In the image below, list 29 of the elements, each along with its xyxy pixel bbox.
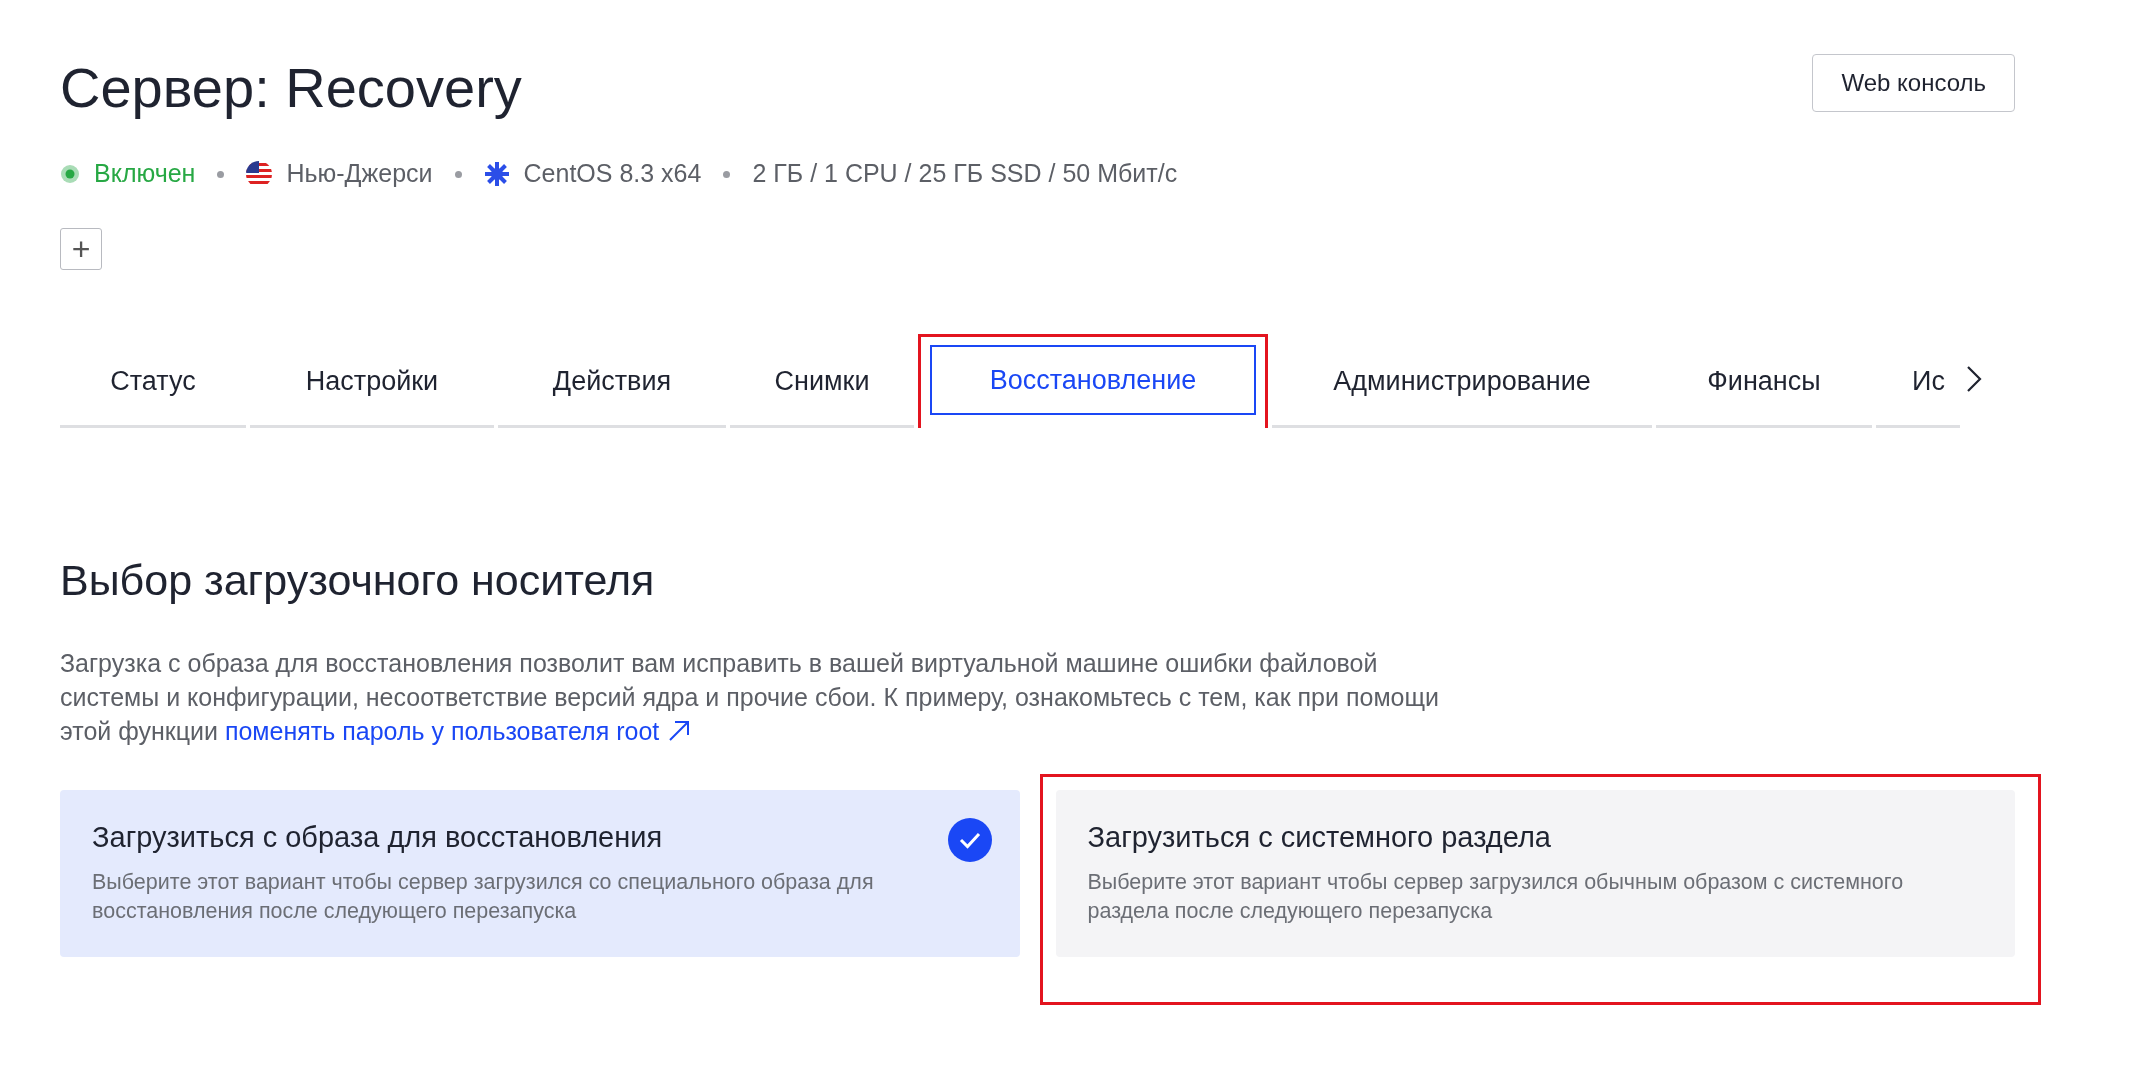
option-title: Загрузиться с образа для восстановления: [92, 820, 663, 855]
boot-option-card[interactable]: Загрузиться с системного раздела Выберите этот вариант чтобы сервер загрузился обычным образом с системного раздела после следующего перезапуска: [1055, 790, 2015, 957]
root-password-link[interactable]: поменять пароль у пользователя root: [224, 714, 692, 748]
flag-icon: [246, 161, 273, 187]
tab[interactable]: Настройки: [250, 338, 494, 428]
status-text: Включен: [94, 158, 196, 190]
option-description: Выберите этот вариант чтобы сервер загрузился со специального образа для восстановления после следующего перезапуска: [92, 869, 875, 925]
tab[interactable]: Финансы: [1656, 338, 1872, 428]
tab[interactable]: Статус: [60, 338, 246, 428]
tab[interactable]: Действия: [498, 338, 726, 428]
os-text: CentOS 8.3 x64: [523, 158, 702, 190]
description-text: Загрузка с образа для восстановления позволит вам исправить в вашей виртуальной машине ошибки файловой системы и конфигурации, несоответствие версий ядра и прочие сбои. К примеру, ознакомьтесь с тем, как при помощи этой функции поменять пароль у пользователя root: [60, 646, 1450, 748]
location-text: Нью-Джерси: [286, 158, 433, 190]
check-circle-icon: [947, 818, 992, 862]
section-heading: Выбор загрузочного носителя: [60, 555, 656, 606]
tab[interactable]: Восстановление: [930, 345, 1256, 415]
snowflake-icon: [483, 161, 510, 187]
web-console-button[interactable]: Web консоль: [1812, 54, 2015, 112]
page-title: Сервер: Recovery: [60, 55, 522, 121]
tab[interactable]: Ис: [1876, 338, 1960, 428]
tab[interactable]: Снимки: [730, 338, 914, 428]
status-dot-icon: [60, 164, 80, 184]
plan-text: 2 ГБ / 1 CPU / 25 ГБ SSD / 50 Мбит/с: [752, 158, 1178, 190]
external-link-icon: [667, 719, 692, 743]
option-description: Выберите этот вариант чтобы сервер загрузился обычным образом с системного раздела после следующего перезапуска: [1087, 869, 1905, 925]
option-title: Загрузиться с системного раздела: [1087, 820, 1551, 855]
boot-option-card[interactable]: Загрузиться с образа для восстановления Выберите этот вариант чтобы сервер загрузился со специального образа для восстановления после следующего перезапуска: [60, 790, 1020, 957]
add-button[interactable]: +: [60, 228, 102, 270]
tab[interactable]: Администрирование: [1272, 338, 1652, 428]
